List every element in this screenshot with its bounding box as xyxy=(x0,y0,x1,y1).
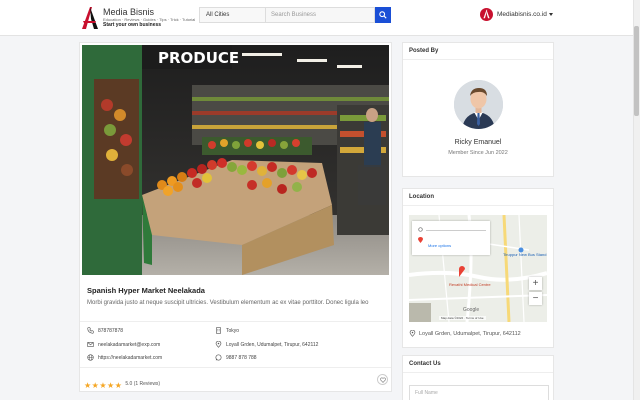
scrollbar-thumb[interactable] xyxy=(634,26,639,116)
rating-text: 5.0 (1 Reviews) xyxy=(125,381,161,387)
zoom-out-button[interactable]: − xyxy=(529,292,542,305)
top-header: Media Bisnis Education · Reviews · Guide… xyxy=(0,0,633,36)
whatsapp-info[interactable]: 9887 878 788 xyxy=(215,354,257,361)
site-logo[interactable]: Media Bisnis Education · Reviews · Guide… xyxy=(80,4,195,32)
divider xyxy=(403,372,553,373)
map-attribution: Map data ©2022 · Terms of Use xyxy=(439,316,486,320)
account-menu[interactable]: Mediabisnis.co.id xyxy=(480,7,553,21)
phone-info[interactable]: 878787878 xyxy=(87,327,123,334)
listing-address: Loyall Grden, Udumalpet, Tirupur, 642112 xyxy=(226,341,319,348)
divider xyxy=(403,205,553,206)
location-address-text: Loyall Grden, Udumalpet, Tirupur, 642112 xyxy=(419,330,521,337)
logo-mark-icon xyxy=(80,5,100,31)
logo-title: Media Bisnis xyxy=(103,7,155,17)
popup-line xyxy=(426,230,486,231)
city-info: Tokyo xyxy=(215,327,239,334)
city-name: Tokyo xyxy=(226,327,240,334)
building-icon xyxy=(216,327,221,334)
map-data-text: Map data ©2022 xyxy=(441,316,464,320)
phone-number: 878787878 xyxy=(98,327,124,334)
zoom-in-button[interactable]: + xyxy=(529,277,542,290)
divider xyxy=(403,59,553,60)
account-avatar xyxy=(480,7,493,21)
contact-title: Contact Us xyxy=(409,361,441,367)
rating-stars: ★★★★★ xyxy=(84,375,122,393)
location-title: Location xyxy=(409,194,434,200)
author-avatar[interactable] xyxy=(454,80,503,129)
google-logo: Google xyxy=(463,307,480,313)
contact-widget: Contact Us Full Name xyxy=(402,355,554,400)
posted-by-widget: Posted By Ricky Emanuel Member Since Jun… xyxy=(402,42,554,177)
envelope-icon xyxy=(87,342,94,347)
hero-produce-sign: PRODUCE xyxy=(158,49,239,67)
page-scrollbar[interactable] xyxy=(633,0,640,400)
map-pin-icon xyxy=(215,341,222,348)
map-pin-red-icon xyxy=(418,237,423,243)
member-since: Member Since Jun 2022 xyxy=(448,150,508,156)
favorite-button[interactable] xyxy=(377,374,388,385)
star-icon: ★ xyxy=(107,381,115,390)
map-info-popup: More options xyxy=(412,221,490,255)
email-info[interactable]: neelakadamarket@exp.com xyxy=(87,341,160,348)
phone-icon xyxy=(87,327,94,334)
address-info: Loyall Grden, Udumalpet, Tirupur, 642112 xyxy=(215,341,318,348)
search-icon xyxy=(379,11,387,19)
map-pin-icon xyxy=(418,227,423,232)
email-address: neelakadamarket@exp.com xyxy=(98,341,161,348)
search-button[interactable] xyxy=(375,7,391,23)
logo-tagline: Start your own business xyxy=(103,22,162,28)
map-pin-icon xyxy=(409,330,416,337)
star-icon: ★ xyxy=(114,381,122,390)
listing-title: Spanish Hyper Market Neelakada xyxy=(87,286,205,295)
star-icon: ★ xyxy=(84,381,92,390)
map-more-options[interactable]: More options xyxy=(428,243,451,248)
location-widget: Location More options Tiruppur New Bus S… xyxy=(402,188,554,348)
account-name: Mediabisnis.co.id xyxy=(497,10,547,18)
website-info[interactable]: https://neelakadamarket.com xyxy=(87,354,162,361)
star-icon: ★ xyxy=(99,381,107,390)
star-icon: ★ xyxy=(91,381,99,390)
location-map[interactable]: More options Tiruppur New Bus Stand Reva… xyxy=(409,215,547,322)
listing-card: PRODUCE Spanish Hyper Market Neelakada M… xyxy=(79,42,392,392)
location-address: Loyall Grden, Udumalpet, Tirupur, 642112 xyxy=(409,330,521,337)
whatsapp-number: 9887 878 788 xyxy=(226,354,257,361)
website-link: https://neelakadamarket.com xyxy=(98,354,163,361)
search-input[interactable]: Search Business xyxy=(265,7,375,23)
city-select[interactable]: All Cities xyxy=(199,7,265,23)
posted-by-title: Posted By xyxy=(409,48,439,54)
chevron-down-icon xyxy=(548,12,553,16)
whatsapp-icon xyxy=(215,354,222,361)
divider xyxy=(80,321,391,322)
heart-icon xyxy=(379,377,386,383)
search-bar: All Cities Search Business xyxy=(199,7,391,23)
rating[interactable]: ★★★★★ 5.0 (1 Reviews) xyxy=(84,375,160,393)
globe-icon xyxy=(87,354,94,361)
map-label-bus-stand: Tiruppur New Bus Stand xyxy=(503,252,547,257)
listing-hero-image: PRODUCE xyxy=(82,45,389,275)
full-name-input[interactable]: Full Name xyxy=(409,385,549,400)
author-name[interactable]: Ricky Emanuel xyxy=(403,139,553,146)
divider xyxy=(80,367,391,368)
listing-description: Morbi gravida justo at neque suscipit ul… xyxy=(87,300,369,306)
map-label-medical: Revathi Medical Centre xyxy=(449,282,491,287)
map-terms-link[interactable]: Terms of Use xyxy=(466,316,484,320)
